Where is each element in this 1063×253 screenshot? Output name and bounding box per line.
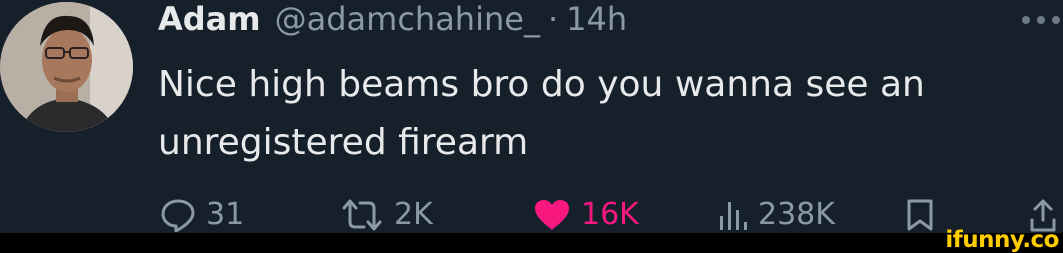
tweet-header: Adam @adamchahine_ · 14h (158, 0, 627, 44)
views-icon (720, 201, 747, 230)
views-button[interactable]: 238K (718, 196, 835, 233)
heart-icon (535, 199, 569, 230)
views-count: 238K (758, 197, 835, 232)
reply-icon (161, 199, 195, 232)
author-name[interactable]: Adam (158, 0, 261, 38)
author-handle[interactable]: @adamchahine_ (275, 0, 540, 38)
avatar[interactable] (0, 2, 133, 132)
tweet[interactable]: Adam @adamchahine_ · 14h Nice high beams… (0, 0, 1063, 233)
bookmark-button[interactable] (905, 196, 935, 233)
bottom-bar (0, 233, 1063, 253)
more-button[interactable] (1020, 12, 1063, 26)
repost-count: 2K (394, 197, 433, 232)
more-icon (1022, 16, 1060, 24)
header-separator: · (547, 0, 559, 38)
ifunny-watermark: ifunny.co (945, 227, 1059, 253)
reply-button[interactable]: 31 (160, 196, 244, 233)
repost-button[interactable]: 2K (340, 196, 433, 233)
tweet-text: Nice high beams bro do you wanna see an … (158, 64, 925, 163)
bookmark-icon (907, 199, 933, 230)
repost-icon (342, 199, 382, 230)
tweet-actions: 31 2K 16K 238K (0, 196, 1063, 233)
like-button[interactable]: 16K (533, 196, 639, 233)
tweet-timestamp[interactable]: 14h (566, 0, 627, 38)
like-count: 16K (581, 197, 639, 232)
avatar-photo (0, 2, 133, 132)
reply-count: 31 (206, 197, 245, 232)
